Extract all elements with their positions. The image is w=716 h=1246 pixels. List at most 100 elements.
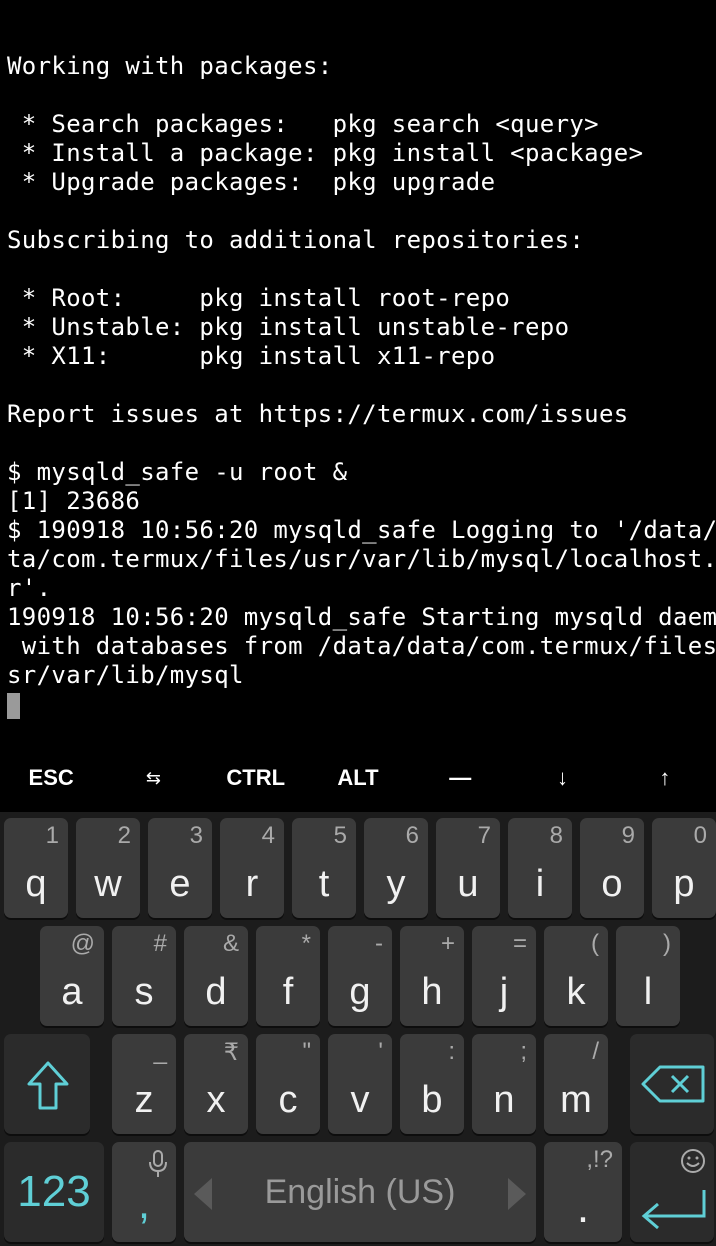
period-key[interactable]: ,!? . <box>544 1142 622 1242</box>
period-key-hint: ,!? <box>586 1146 613 1173</box>
key-j[interactable]: = j <box>472 926 536 1026</box>
key-u[interactable]: 7u <box>436 818 500 918</box>
key-l[interactable]: ) l <box>616 926 680 1026</box>
key-z[interactable]: _ z <box>112 1034 176 1134</box>
key-a[interactable]: @ a <box>40 926 104 1026</box>
key-label: k <box>566 971 586 1013</box>
key-q[interactable]: 1q <box>4 818 68 918</box>
key-g[interactable]: -g <box>328 926 392 1026</box>
terminal-line: * X11: pkg install x11-repo <box>7 342 496 370</box>
terminal-line: with databases from /data/data/com.termu… <box>7 632 716 660</box>
shift-key[interactable] <box>4 1034 90 1134</box>
key-label: f <box>282 971 294 1013</box>
space-bar[interactable]: English (US) <box>184 1142 536 1242</box>
key-hint: : <box>448 1038 455 1065</box>
key-hint: 1 <box>45 822 59 849</box>
key-hint: 3 <box>189 822 203 849</box>
symbols-key[interactable]: 123 <box>4 1142 104 1242</box>
terminal-output[interactable]: Working with packages: * Search packages… <box>7 52 716 719</box>
key-p[interactable]: 0p <box>652 818 716 918</box>
comma-key-label: , <box>137 1179 151 1228</box>
key-hint: 5 <box>333 822 347 849</box>
key-label: l <box>643 971 653 1013</box>
key-y[interactable]: 6y <box>364 818 428 918</box>
key-hint: 6 <box>405 822 419 849</box>
arrow-up-key[interactable]: ↑ <box>614 748 716 808</box>
extra-keys-row: ESC ⇆ CTRL ALT — ↓ ↑ <box>0 748 716 808</box>
terminal-line: Report issues at https://termux.com/issu… <box>7 400 629 428</box>
prompt-line <box>7 690 716 719</box>
key-label: v <box>350 1079 370 1121</box>
key-label: j <box>499 971 509 1013</box>
terminal-line: r'. <box>7 574 52 602</box>
comma-key[interactable]: , <box>112 1142 176 1242</box>
key-hint: - <box>375 930 383 957</box>
key-label: m <box>560 1079 592 1121</box>
terminal-line: * Search packages: pkg search <query> <box>7 110 599 138</box>
key-v[interactable]: ' v <box>328 1034 392 1134</box>
key-r[interactable]: 4r <box>220 818 284 918</box>
delete-key[interactable] <box>630 1034 714 1134</box>
key-hint: 7 <box>477 822 491 849</box>
text-cursor <box>7 693 20 719</box>
key-m[interactable]: / m <box>544 1034 608 1134</box>
key-c[interactable]: " c <box>256 1034 320 1134</box>
key-label: g <box>349 971 371 1013</box>
alt-key[interactable]: ALT <box>307 748 409 808</box>
terminal-line: * Upgrade packages: pkg upgrade <box>7 168 496 196</box>
key-o[interactable]: 9o <box>580 818 644 918</box>
terminal-line: Working with packages: <box>7 52 333 80</box>
terminal-line: [1] 23686 <box>7 487 141 515</box>
emoji-icon <box>680 1148 706 1174</box>
status-bar <box>0 0 716 8</box>
terminal-line: * Unstable: pkg install unstable-repo <box>7 313 570 341</box>
key-label: e <box>169 863 191 905</box>
key-x[interactable]: ₹ x <box>184 1034 248 1134</box>
key-label: y <box>386 863 406 905</box>
tab-key[interactable]: ⇆ <box>102 748 204 808</box>
key-hint: ₹ <box>223 1039 239 1066</box>
key-label: s <box>134 971 154 1013</box>
key-i[interactable]: 8i <box>508 818 572 918</box>
key-label: h <box>421 971 443 1013</box>
backspace-icon <box>640 1064 706 1104</box>
esc-key[interactable]: ESC <box>0 748 102 808</box>
key-label: i <box>535 863 545 905</box>
key-label: o <box>601 863 623 905</box>
arrow-down-key[interactable]: ↓ <box>511 748 613 808</box>
key-hint: " <box>302 1038 311 1065</box>
enter-arrow-icon <box>638 1186 708 1230</box>
key-h[interactable]: + h <box>400 926 464 1026</box>
key-hint: 9 <box>621 822 635 849</box>
ctrl-key[interactable]: CTRL <box>205 748 307 808</box>
key-label: x <box>206 1079 226 1121</box>
enter-key[interactable] <box>630 1142 714 1242</box>
terminal-line: 190918 10:56:20 mysqld_safe Starting mys… <box>7 603 716 631</box>
symbols-key-label: 123 <box>17 1167 91 1216</box>
terminal-line: Subscribing to additional repositories: <box>7 226 585 254</box>
key-e[interactable]: 3e <box>148 818 212 918</box>
key-hint: / <box>592 1038 599 1065</box>
key-f[interactable]: * f <box>256 926 320 1026</box>
key-label: t <box>318 863 330 905</box>
key-w[interactable]: 2w <box>76 818 140 918</box>
dash-key[interactable]: — <box>409 748 511 808</box>
key-t[interactable]: 5t <box>292 818 356 918</box>
key-label: z <box>134 1079 154 1121</box>
terminal-line: * Root: pkg install root-repo <box>7 284 511 312</box>
key-label: n <box>493 1079 515 1121</box>
key-k[interactable]: (k <box>544 926 608 1026</box>
key-s[interactable]: # s <box>112 926 176 1026</box>
key-hint: 4 <box>261 822 275 849</box>
key-b[interactable]: :b <box>400 1034 464 1134</box>
key-label: q <box>25 863 47 905</box>
key-n[interactable]: ; n <box>472 1034 536 1134</box>
microphone-icon <box>148 1150 168 1178</box>
soft-keyboard: 123 , English (US) ,!? . 1 q 2 w 3 e 4 r… <box>0 812 716 1246</box>
key-d[interactable]: & d <box>184 926 248 1026</box>
key-hint: 2 <box>117 822 131 849</box>
